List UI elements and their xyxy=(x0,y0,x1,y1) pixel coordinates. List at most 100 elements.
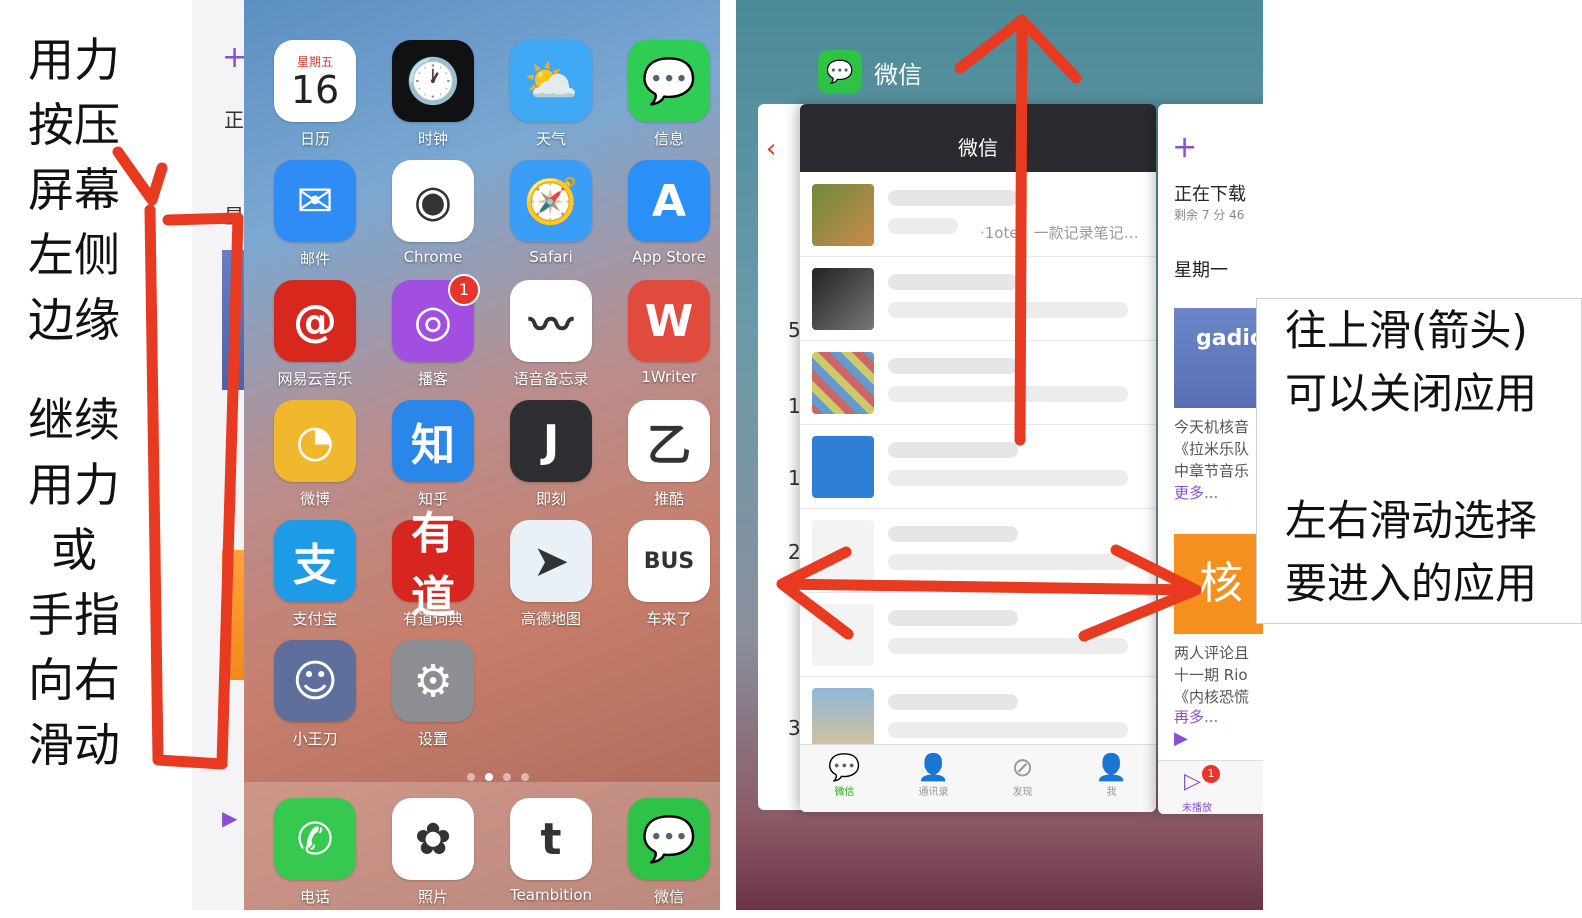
more-link[interactable]: 更多... xyxy=(1174,482,1218,503)
previous-app-edge[interactable]: + 正 星 ▶ xyxy=(192,0,249,910)
play-icon: ▶ xyxy=(1174,728,1188,749)
person-icon: 👤 xyxy=(1095,753,1128,783)
app-alipay[interactable]: 支支付宝 xyxy=(256,520,374,640)
caption-line: 向右 xyxy=(28,653,120,707)
avatar xyxy=(812,268,874,330)
wechat-tab-bar: 💬 微信 👤 通讯录 ⊘ 发现 👤 我 xyxy=(800,744,1156,812)
bus-icon: BUS xyxy=(628,520,710,602)
avatar xyxy=(812,520,874,582)
weather-icon: ⛅ xyxy=(510,40,592,122)
app-weibo[interactable]: ◔ 微博 xyxy=(256,400,374,520)
app-label: 微信 xyxy=(653,888,684,906)
app-onewriter[interactable]: W 1Writer xyxy=(610,280,720,400)
weibo-icon: ◔ xyxy=(274,400,356,482)
zhihu-icon: 知 xyxy=(392,400,474,482)
app-label: Teambition xyxy=(509,886,593,904)
app-youdao[interactable]: 有道 有道词典 xyxy=(374,508,492,640)
app-podcasts[interactable]: ◎ 1 播客 xyxy=(374,274,492,400)
tuicool-icon: 乙 xyxy=(628,400,710,482)
weekday-header: 星期一 xyxy=(1174,260,1228,281)
app-tuicool[interactable]: 乙推酷 xyxy=(610,400,720,520)
settings-gear-icon: ⚙ xyxy=(392,640,474,722)
avatar xyxy=(812,184,874,246)
app-label: 即刻 xyxy=(535,490,566,508)
app-jike[interactable]: J 即刻 xyxy=(492,400,610,520)
contact-photo-icon: ☺ xyxy=(274,640,356,722)
wechat-app-card[interactable]: 微信 ·1ote：一款记录笔记… 💬 微信 👤 通讯录 ⊘ 发现 👤 我 xyxy=(800,104,1156,812)
caption-line: 往上滑(箭头) xyxy=(1285,306,1528,355)
episode-desc: 十一期 Rio xyxy=(1174,666,1248,684)
chat-list-item[interactable] xyxy=(800,256,1156,341)
caption-line: 边缘 xyxy=(28,293,120,347)
wechat-icon: 💬 xyxy=(628,798,710,880)
back-chevron-icon: ‹ xyxy=(766,134,777,164)
chat-list-item[interactable] xyxy=(800,172,1156,257)
tab-chats[interactable]: 💬 微信 xyxy=(800,745,889,812)
dock: ✆ 电话 ✿ 照片 t Teambition 💬 微信 xyxy=(244,782,720,910)
app-contact-photo[interactable]: ☺ 小王刀 xyxy=(256,640,374,760)
app-netease-music[interactable]: @ 网易云音乐 xyxy=(256,280,374,400)
app-label: 播客 xyxy=(417,370,448,388)
messages-icon: 💬 xyxy=(628,40,710,122)
app-messages[interactable]: 💬 信息 xyxy=(610,40,720,160)
notification-badge: 1 xyxy=(448,274,480,306)
app-label: 1Writer xyxy=(641,368,697,386)
dock-app-phone[interactable]: ✆ 电话 xyxy=(256,798,374,910)
app-voice-memos[interactable]: 〰语音备忘录 xyxy=(492,280,610,400)
app-settings-gear[interactable]: ⚙ 设置 xyxy=(374,640,492,760)
podcast-app-card[interactable]: + 正在下载 剩余 7 分 46 星期一 gadio 今天机核音 《拉米乐队 中… xyxy=(1158,104,1263,814)
caption-line: 可以关闭应用 xyxy=(1285,369,1538,418)
chat-snippet: ·1ote：一款记录笔记… xyxy=(980,224,1139,242)
tab-contacts[interactable]: 👤 通讯录 xyxy=(889,745,978,812)
compass-icon: ⊘ xyxy=(1011,753,1034,783)
app-weather[interactable]: ⛅ 天气 xyxy=(492,40,610,160)
tab-me[interactable]: 👤 我 xyxy=(1067,745,1156,812)
app-calendar[interactable]: 星期五 16 日历 xyxy=(256,40,374,160)
home-screen: 星期五 16 日历 🕐 时钟 ⛅ 天气 💬 信息 ✉ 邮件 ◉ Chrome 🧭 Safari A App St… xyxy=(244,0,720,910)
plus-icon: + xyxy=(1172,130,1198,165)
dock-app-wechat[interactable]: 💬 微信 xyxy=(610,798,720,910)
dock-app-photos[interactable]: ✿ 照片 xyxy=(374,798,492,910)
app-label: Chrome xyxy=(403,248,463,266)
chat-list-item[interactable] xyxy=(800,592,1156,677)
app-label: 信息 xyxy=(653,130,684,148)
avatar xyxy=(812,604,874,666)
app-label: 照片 xyxy=(417,888,448,906)
app-label: 设置 xyxy=(417,730,448,748)
tab-discover[interactable]: ⊘ 发现 xyxy=(978,745,1067,812)
app-text-fragment: 正 xyxy=(224,108,244,132)
downloading-remaining: 剩余 7 分 46 xyxy=(1174,208,1245,222)
alipay-icon: 支 xyxy=(274,520,356,602)
app-label: 车来了 xyxy=(646,610,692,628)
netease-music-icon: @ xyxy=(274,280,356,362)
app-switcher-screenshot: 💬 微信 ‹ 5 12 19 26 3 微信 ·1ote：一款记录笔记… xyxy=(736,0,1263,910)
app-mail[interactable]: ✉ 邮件 xyxy=(256,160,374,280)
calendar-row: 3 xyxy=(788,716,801,740)
app-label: 电话 xyxy=(299,888,330,906)
caption-line: 用力 xyxy=(28,33,120,87)
chat-list-item[interactable] xyxy=(800,508,1156,593)
episode-desc: 今天机核音 xyxy=(1174,418,1250,436)
episode-desc: 中章节音乐 xyxy=(1174,462,1250,480)
app-chrome[interactable]: ◉ Chrome xyxy=(374,160,492,280)
avatar xyxy=(812,352,874,414)
more-link[interactable]: 再多... xyxy=(1174,706,1218,727)
app-amap[interactable]: ➤ 高德地图 xyxy=(492,520,610,640)
app-bus[interactable]: BUS 车来了 xyxy=(610,520,720,640)
tab-unplayed[interactable]: ▷ 1 未播放 xyxy=(1158,760,1263,814)
amap-icon: ➤ xyxy=(510,520,592,602)
app-app-store[interactable]: A App Store xyxy=(610,160,720,280)
caption-line: 滑动 xyxy=(28,718,120,772)
app-text-fragment: 星 xyxy=(224,204,244,228)
app-safari[interactable]: 🧭 Safari xyxy=(492,160,610,280)
dock-app-teambition[interactable]: t Teambition xyxy=(492,798,610,910)
wechat-title: 微信 xyxy=(800,104,1156,172)
app-label: 小王刀 xyxy=(292,730,338,748)
contacts-icon: 👤 xyxy=(917,753,950,783)
wechat-icon: 💬 xyxy=(818,50,862,94)
chat-list-item[interactable] xyxy=(800,424,1156,509)
app-label: 日历 xyxy=(299,130,330,148)
chat-list-item[interactable] xyxy=(800,340,1156,425)
caption-line: 或 xyxy=(51,523,97,577)
app-clock[interactable]: 🕐 时钟 xyxy=(374,40,492,160)
